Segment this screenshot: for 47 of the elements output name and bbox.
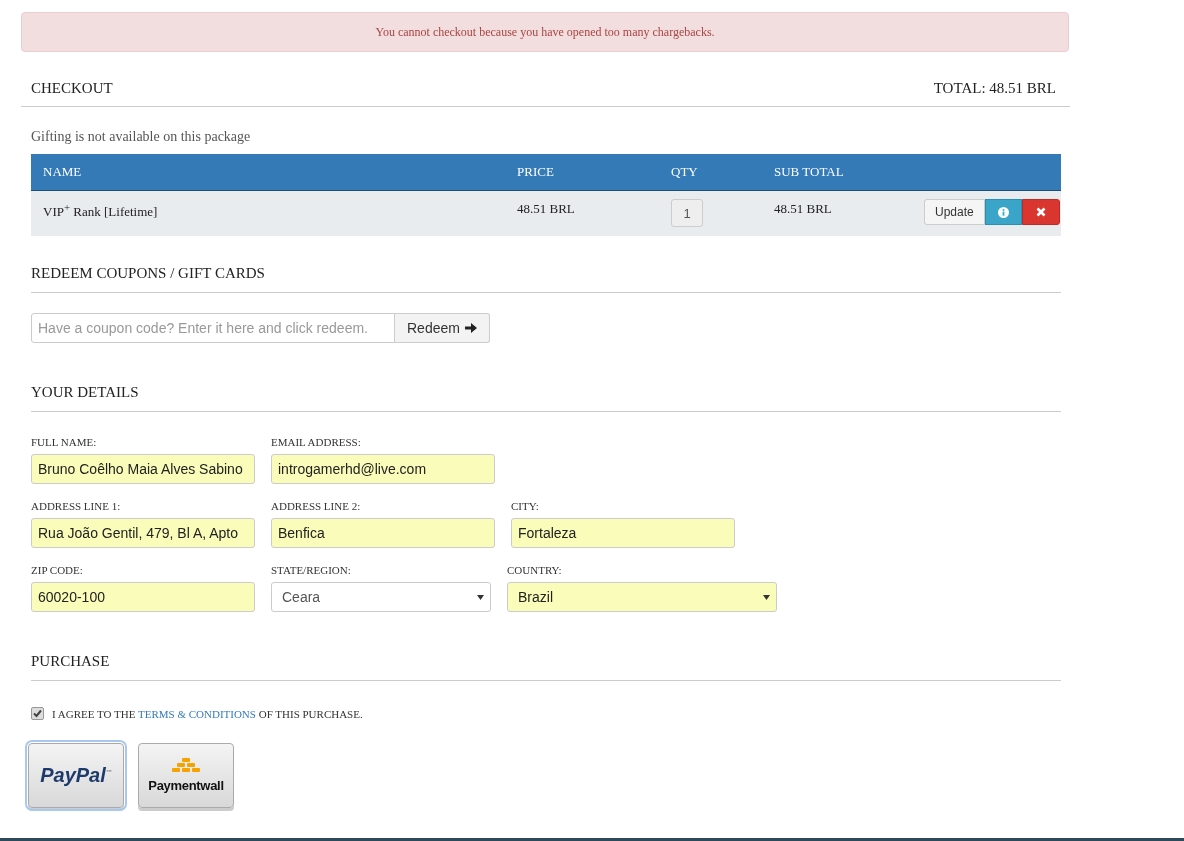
alert-message: You cannot checkout because you have opened too many chargebacks. xyxy=(375,24,715,40)
field-label: ADDRESS LINE 2: xyxy=(271,500,362,512)
arrow-right-icon xyxy=(464,323,477,333)
field-label: CITY: xyxy=(511,500,540,512)
info-button[interactable] xyxy=(984,199,1022,225)
checkout-title: CHECKOUT xyxy=(31,80,113,97)
field-label: EMAIL ADDRESS: xyxy=(271,436,362,448)
text-field[interactable]: 60020-100 xyxy=(31,582,255,612)
total-amount: TOTAL: 48.51 BRL xyxy=(933,80,1056,97)
payment-method-button[interactable]: PayPal$^{™}$ xyxy=(28,743,124,808)
agree-checkbox[interactable] xyxy=(31,707,44,720)
field-label: ZIP CODE: xyxy=(31,564,84,576)
field-label: COUNTRY: xyxy=(507,564,563,576)
stacked-bars-icon xyxy=(171,758,201,774)
section-title: PURCHASE xyxy=(31,653,110,669)
text-field[interactable]: introgamerhd@live.com xyxy=(271,454,495,484)
column-header: PRICE xyxy=(517,164,555,180)
coupon-field[interactable]: Have a coupon code? Enter it here and click redeem. xyxy=(31,313,395,343)
agree-text: I AGREE TO THE TERMS & CONDITIONS OF THIS PURCHASE. xyxy=(52,707,363,720)
select-field[interactable]: Ceara xyxy=(271,582,491,612)
gifting-note: Gifting is not available on this package xyxy=(31,129,252,145)
section-title: REDEEM COUPONS / GIFT CARDS xyxy=(31,265,265,281)
field-label: ADDRESS LINE 1: xyxy=(31,500,122,512)
close-icon xyxy=(1035,207,1046,217)
column-header: SUB TOTAL xyxy=(774,164,845,180)
section-title: YOUR DETAILS xyxy=(31,384,139,400)
subtotal-cell-text: 48.51 BRL xyxy=(774,201,833,217)
info-icon xyxy=(997,206,1009,218)
select-field[interactable]: Brazil xyxy=(507,582,777,612)
price-cell-text: 48.51 BRL xyxy=(517,201,576,217)
text-field[interactable]: Bruno Coêlho Maia Alves Sabino xyxy=(31,454,255,484)
text-field[interactable]: Fortaleza xyxy=(511,518,735,548)
terms-link[interactable]: TERMS & CONDITIONS xyxy=(138,707,256,720)
column-header: QTY xyxy=(671,164,699,180)
payment-method-button[interactable]: Paymentwall xyxy=(138,743,234,808)
redeem-button[interactable]: Redeem xyxy=(395,313,490,343)
field-label: FULL NAME: xyxy=(31,436,98,448)
column-header: NAME xyxy=(43,164,83,180)
field-label: STATE/REGION: xyxy=(271,564,352,576)
product-name: VIP$^{+}$ Rank [Lifetime] xyxy=(43,201,159,221)
text-field[interactable]: Benfica xyxy=(271,518,495,548)
caret-down-icon xyxy=(763,594,770,600)
remove-button[interactable] xyxy=(1021,199,1060,225)
quantity-field[interactable]: 1 xyxy=(671,199,703,227)
update-button[interactable]: Update xyxy=(924,199,985,225)
caret-down-icon xyxy=(477,594,484,600)
text-field[interactable]: Rua João Gentil, 479, Bl A, Apto xyxy=(31,518,255,548)
